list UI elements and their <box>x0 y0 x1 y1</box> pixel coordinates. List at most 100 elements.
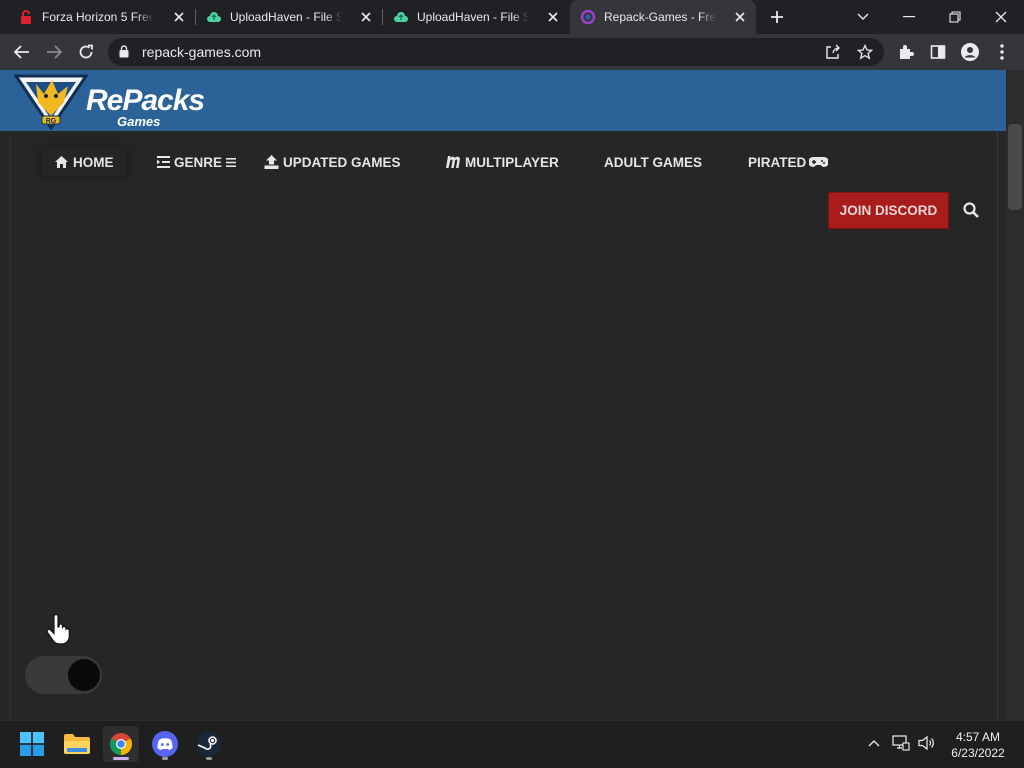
nav-adult-games[interactable]: ADULT GAMES <box>604 148 702 176</box>
minimize-button[interactable] <box>886 0 932 34</box>
logo-text: RePacks <box>86 84 205 117</box>
plus-icon <box>771 11 783 23</box>
close-icon <box>995 11 1007 23</box>
file-explorer-icon <box>64 734 90 754</box>
more-vertical-icon <box>1000 44 1004 60</box>
puzzle-icon <box>900 45 914 59</box>
logo-badge-text: RG <box>46 118 57 125</box>
logo-subtext: Games <box>117 114 161 129</box>
join-discord-button[interactable]: JOIN DISCORD <box>828 192 949 229</box>
clock-time: 4:57 AM <box>955 730 1001 744</box>
scrollbar-thumb[interactable] <box>1008 124 1022 210</box>
browser-toolbar: repack-games.com <box>0 34 1024 70</box>
cloud-icon <box>394 12 408 22</box>
taskbar-steam[interactable] <box>191 726 227 762</box>
discord-icon <box>152 731 178 757</box>
arrow-right-icon <box>47 45 62 59</box>
start-button[interactable] <box>14 726 50 762</box>
chrome-icon <box>110 733 132 755</box>
tab-search-button[interactable] <box>840 0 886 34</box>
repack-logo-icon <box>580 9 596 25</box>
nav-genre[interactable]: GENRE <box>157 148 240 176</box>
taskbar-discord[interactable] <box>147 726 183 762</box>
taskbar: 4:57 AM 6/23/2022 <box>0 720 1024 768</box>
restore-button[interactable] <box>932 0 978 34</box>
close-window-button[interactable] <box>978 0 1024 34</box>
chevron-down-icon <box>857 13 869 20</box>
nav-updated-label: UPDATED GAMES <box>283 154 401 170</box>
network-icon <box>892 735 910 751</box>
nav-updated-games[interactable]: UPDATED GAMES <box>264 148 401 176</box>
gamepad-icon <box>809 157 829 167</box>
nav-multiplayer[interactable]: MULTIPLAYER <box>446 148 559 176</box>
chevron-up-icon <box>868 740 880 747</box>
running-indicator <box>206 757 212 760</box>
arrow-left-icon <box>14 45 29 59</box>
profile-icon <box>961 43 979 61</box>
toggle-knob[interactable] <box>68 659 100 691</box>
tab-uploadhaven-2[interactable]: UploadHaven - File Sharing <box>383 0 569 34</box>
back-button[interactable] <box>10 40 34 64</box>
nav-multiplayer-label: MULTIPLAYER <box>465 154 559 170</box>
taskbar-chrome[interactable] <box>103 726 139 762</box>
extensions-button[interactable] <box>894 40 918 64</box>
start-icon <box>20 732 44 756</box>
clock-date: 6/23/2022 <box>951 746 1005 760</box>
dark-mode-toggle[interactable] <box>25 656 102 694</box>
url-text[interactable]: repack-games.com <box>142 44 261 60</box>
main-nav: HOME GENRE UPDATED GAMES MULTIPLAYER ADU… <box>0 148 1006 176</box>
lock-icon <box>119 45 129 58</box>
volume-button[interactable] <box>917 733 937 753</box>
running-indicator <box>162 757 168 760</box>
site-logo[interactable]: RG RePacks Games <box>13 72 205 131</box>
nav-pirated[interactable]: PIRATED <box>748 148 832 176</box>
tab-title: UploadHaven - File Sharing <box>230 10 342 24</box>
show-hidden-icons-button[interactable] <box>864 733 884 753</box>
upload-icon <box>264 155 279 169</box>
tab-forza[interactable]: Forza Horizon 5 Free Download <box>0 0 195 34</box>
nav-pirated-label: PIRATED <box>748 154 807 170</box>
running-indicator <box>113 757 129 760</box>
minimize-icon <box>903 16 915 18</box>
repack-mascot-icon: RG <box>13 74 89 131</box>
close-icon[interactable] <box>545 9 561 25</box>
menu-button[interactable] <box>990 40 1014 64</box>
close-icon[interactable] <box>358 9 374 25</box>
hand-cursor-icon <box>46 614 70 645</box>
tab-uploadhaven-1[interactable]: UploadHaven - File Sharing <box>196 0 382 34</box>
profile-button[interactable] <box>958 40 982 64</box>
tab-title: Repack-Games - Free Download <box>604 10 716 24</box>
nav-genre-label: GENRE <box>174 154 223 170</box>
indent-list-icon <box>157 156 170 168</box>
side-panel-icon <box>930 45 946 59</box>
side-panel-button[interactable] <box>926 40 950 64</box>
nav-adult-label: ADULT GAMES <box>604 154 702 170</box>
close-icon[interactable] <box>732 9 748 25</box>
network-button[interactable] <box>891 733 911 753</box>
search-icon <box>963 202 979 218</box>
steam-icon <box>197 732 221 756</box>
tab-title: UploadHaven - File Sharing <box>417 10 529 24</box>
star-icon[interactable] <box>856 43 874 61</box>
close-icon[interactable] <box>171 9 187 25</box>
nav-home-label: HOME <box>73 154 114 170</box>
red-lock-icon <box>21 10 31 24</box>
address-bar[interactable]: repack-games.com <box>108 38 884 66</box>
nav-home[interactable]: HOME <box>42 148 126 176</box>
search-button[interactable] <box>961 200 981 220</box>
reload-icon <box>79 44 93 59</box>
multiplayer-icon <box>446 156 460 168</box>
tab-title: Forza Horizon 5 Free Download <box>42 10 154 24</box>
speaker-icon <box>918 735 934 751</box>
tab-strip: Forza Horizon 5 Free Download UploadHave… <box>0 0 1024 34</box>
new-tab-button[interactable] <box>767 7 787 27</box>
tab-repack-games[interactable]: Repack-Games - Free Download <box>570 0 756 34</box>
restore-icon <box>949 11 961 23</box>
reload-button[interactable] <box>74 40 98 64</box>
share-icon[interactable] <box>824 43 842 61</box>
hamburger-icon <box>226 157 237 167</box>
home-icon <box>55 156 68 168</box>
taskbar-file-explorer[interactable] <box>59 726 95 762</box>
system-clock[interactable]: 4:57 AM 6/23/2022 <box>944 729 1012 761</box>
forward-button[interactable] <box>42 40 66 64</box>
